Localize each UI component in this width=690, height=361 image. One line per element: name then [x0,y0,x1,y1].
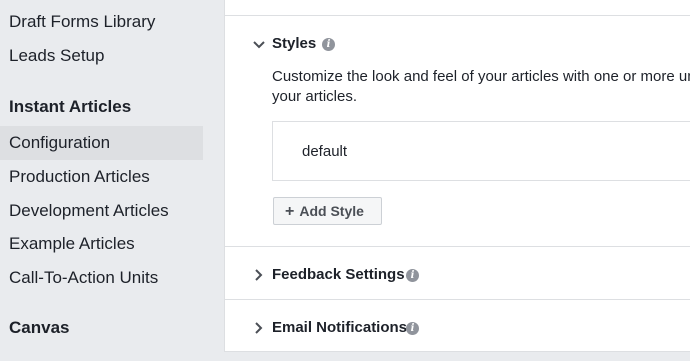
sidebar-item-draft-forms-library[interactable]: Draft Forms Library [0,5,203,39]
sidebar-item-production-articles[interactable]: Production Articles [0,160,203,194]
sidebar-heading-canvas: Canvas [9,318,70,337]
divider [225,246,690,247]
styles-section-title[interactable]: Styles [272,35,316,53]
info-icon[interactable]: i [406,269,419,282]
info-icon[interactable]: i [406,322,419,335]
sidebar-item-configuration[interactable]: Configuration [0,126,203,160]
divider [225,299,690,300]
sidebar-item-development-articles[interactable]: Development Articles [0,194,203,228]
settings-panel: Styles i Customize the look and feel of … [224,0,690,352]
plus-icon: + [285,203,295,220]
sidebar-item-call-to-action-units[interactable]: Call-To-Action Units [0,261,203,295]
styles-list: default [272,121,690,181]
sidebar: Draft Forms Library Leads Setup Instant … [0,0,214,361]
sidebar-item-leads-setup[interactable]: Leads Setup [0,39,203,73]
chevron-right-icon[interactable] [252,268,266,282]
chevron-down-icon[interactable] [252,38,266,52]
styles-description-line2: your articles. [272,88,358,105]
feedback-settings-title[interactable]: Feedback Settings [272,266,405,284]
email-notifications-title[interactable]: Email Notifications [272,319,407,337]
sidebar-heading-instant-articles: Instant Articles [9,97,132,116]
sidebar-item-example-articles[interactable]: Example Articles [0,227,203,261]
styles-description: Customize the look and feel of your arti… [272,67,690,107]
styles-description-line1: Customize the look and feel of your arti… [272,68,690,85]
divider [225,15,690,16]
add-style-label: Add Style [299,203,364,219]
add-style-button[interactable]: + Add Style [273,197,382,225]
chevron-right-icon[interactable] [252,321,266,335]
info-icon[interactable]: i [322,38,335,51]
style-item-default[interactable]: default [302,143,347,161]
